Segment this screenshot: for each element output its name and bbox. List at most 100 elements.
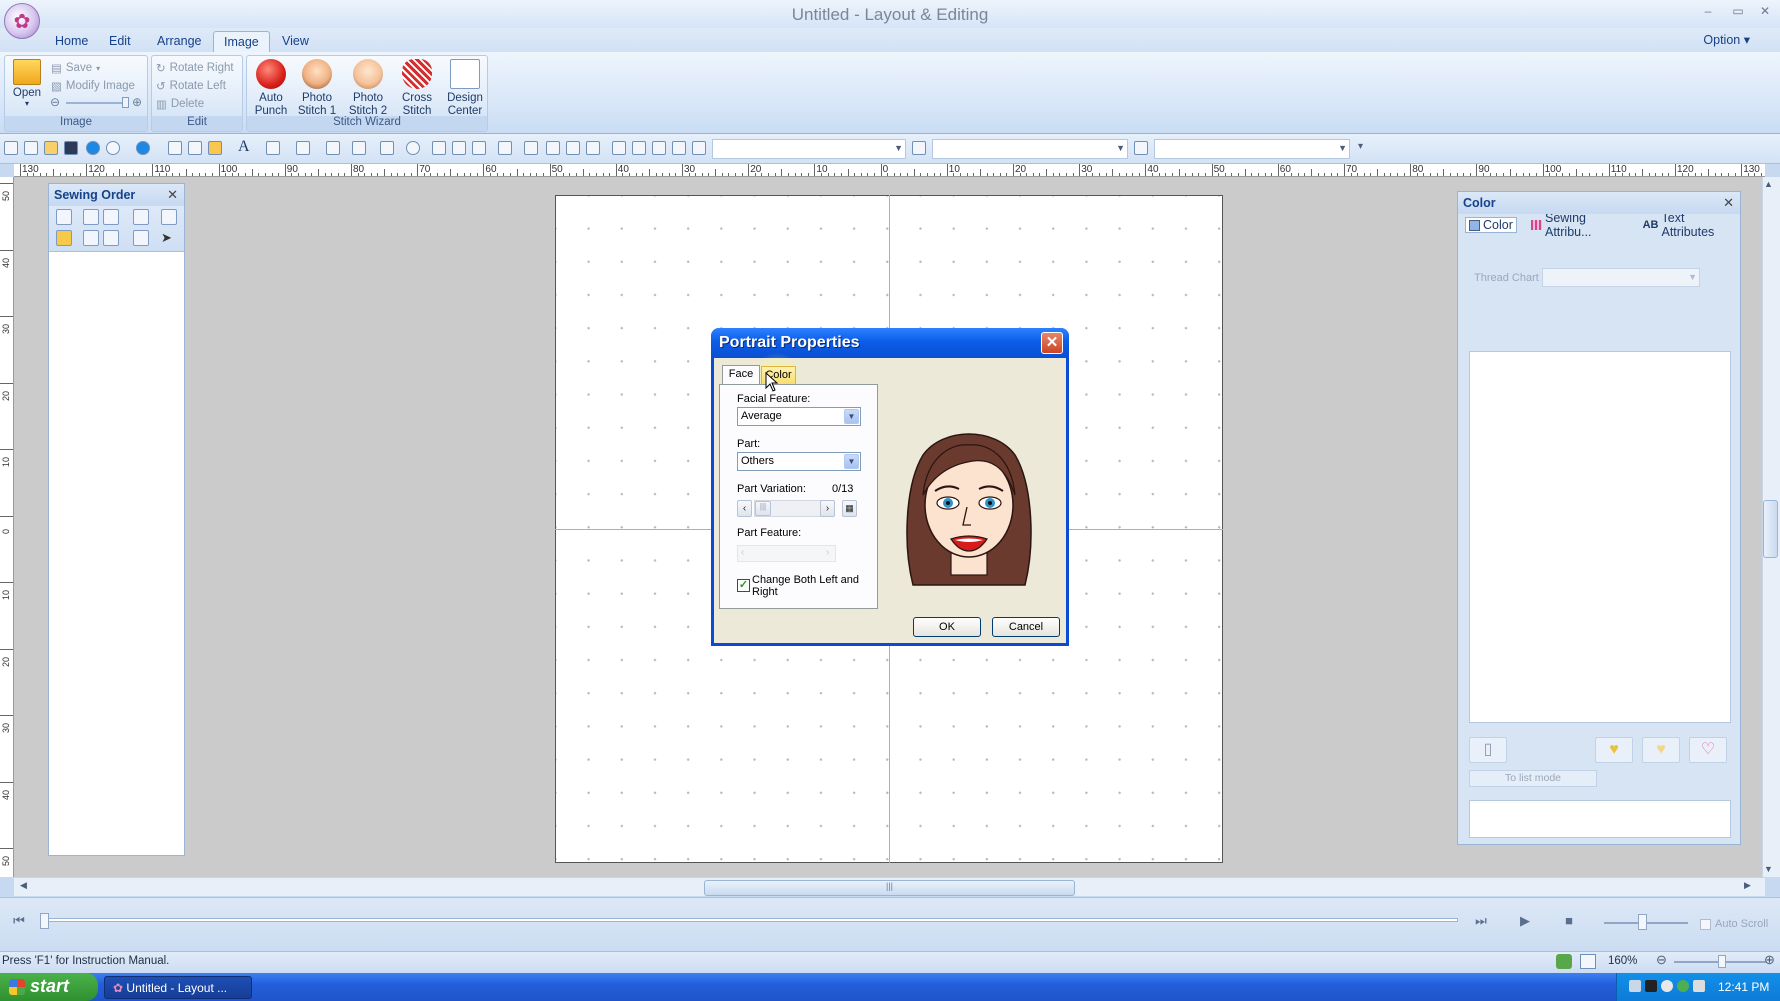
zoom-slider-thumb[interactable] [1718, 955, 1726, 968]
measure-tool-icon[interactable] [432, 141, 446, 155]
zoom-in-icon[interactable]: ⊕ [1764, 952, 1775, 968]
pattern-combo[interactable]: ▼ [932, 139, 1128, 159]
tab-face[interactable]: Face [722, 365, 760, 384]
tab-arrange[interactable]: Arrange [147, 31, 211, 52]
split-icon[interactable] [103, 230, 119, 246]
region-tool-icon[interactable] [326, 141, 340, 155]
move-up-icon[interactable] [103, 209, 119, 225]
move-first-icon[interactable] [83, 209, 99, 225]
grid-view-icon[interactable]: ▦ [842, 500, 857, 517]
rotate-tool-icon[interactable] [566, 141, 580, 155]
fill-pattern-icon[interactable] [1134, 141, 1148, 155]
page-view-icon[interactable] [1580, 954, 1596, 969]
restore-button[interactable]: ▭ [1727, 4, 1749, 22]
tab-color[interactable]: Color [1465, 217, 1517, 233]
curve-tool-icon[interactable] [632, 141, 646, 155]
skip-end-icon[interactable]: ⏭ [1468, 913, 1494, 933]
tab-home[interactable]: Home [45, 31, 98, 52]
select-arrow-icon[interactable] [208, 141, 222, 155]
scroll-right-icon[interactable]: ▶ [1744, 880, 1751, 891]
thread-chart-select[interactable]: ▼ [1542, 268, 1700, 287]
vertical-scroll-thumb[interactable] [1763, 500, 1778, 558]
mirror-tool-icon[interactable] [586, 141, 600, 155]
zoom-out-icon[interactable]: ⊖ [1656, 952, 1667, 968]
image-transparency-slider[interactable]: ⊖ ⊕ [50, 95, 145, 111]
tab-edit[interactable]: Edit [99, 31, 141, 52]
part-variation-thumb[interactable]: ||| [755, 501, 771, 516]
design-center-button[interactable]: Design Center [443, 59, 487, 118]
delete-button[interactable]: ▥ Delete [156, 95, 204, 113]
shape-tool-icon[interactable] [296, 141, 310, 155]
page-icon[interactable] [161, 209, 177, 225]
tray-app-icon[interactable] [1645, 980, 1657, 992]
open-button[interactable]: Open ▾ [9, 59, 45, 108]
app-logo-icon[interactable]: ✿ [4, 3, 40, 39]
stamp-tool-icon[interactable] [352, 141, 366, 155]
tray-volume-icon[interactable] [1661, 980, 1673, 992]
grid-tool-icon[interactable] [472, 141, 486, 155]
layout-icon[interactable] [4, 141, 18, 155]
color-sort-icon[interactable] [56, 230, 72, 246]
facial-feature-select[interactable]: Average ▼ [737, 407, 861, 426]
thread-list-button[interactable]: ▯ [1469, 737, 1507, 763]
align-tool-icon[interactable] [498, 141, 512, 155]
taskbar-item[interactable]: ✿ Untitled - Layout ... [104, 976, 252, 999]
shape-circle-icon[interactable] [136, 141, 150, 155]
apply-color-button[interactable]: ♥ [1595, 737, 1633, 763]
fill-tool-icon[interactable] [266, 141, 280, 155]
font-combo[interactable]: ▼ [712, 139, 906, 159]
sync-icon[interactable] [1556, 954, 1572, 969]
auto-scroll-checkbox[interactable]: Auto Scroll [1700, 918, 1768, 930]
circle-icon[interactable] [86, 141, 100, 155]
cancel-button[interactable]: Cancel [992, 617, 1060, 637]
tab-image[interactable]: Image [213, 31, 270, 52]
gear-icon[interactable] [106, 141, 120, 155]
arc-tool-icon[interactable] [652, 141, 666, 155]
play-icon[interactable]: ▶ [1512, 913, 1538, 933]
undo-icon[interactable] [168, 141, 182, 155]
stitch-progress-thumb[interactable] [40, 913, 49, 929]
part-select[interactable]: Others ▼ [737, 452, 861, 471]
merge-icon[interactable] [83, 230, 99, 246]
applique-tool-icon[interactable] [380, 141, 394, 155]
fill-combo[interactable]: ▼ [1154, 139, 1350, 159]
stop-icon[interactable]: ■ [1556, 913, 1582, 933]
skip-start-icon[interactable]: ⏮ [6, 913, 32, 933]
slider-thumb[interactable] [122, 97, 129, 108]
line-color-button[interactable]: ♡ [1689, 737, 1727, 763]
size-tool-icon[interactable] [546, 141, 560, 155]
change-both-checkbox[interactable]: ✓ [737, 579, 750, 592]
color-list[interactable] [1469, 351, 1731, 723]
close-icon[interactable]: ✕ [1723, 195, 1734, 211]
redo-icon[interactable] [188, 141, 202, 155]
chevron-right-icon[interactable]: › [820, 500, 835, 517]
frame-tool-icon[interactable] [452, 141, 466, 155]
pointer-icon[interactable]: ➤ [161, 230, 177, 246]
stitch-progress-track[interactable] [40, 918, 1458, 922]
distribute-tool-icon[interactable] [524, 141, 538, 155]
photo-stitch-1-button[interactable]: Photo Stitch 1 [295, 59, 339, 118]
scroll-up-icon[interactable]: ▲ [1764, 179, 1773, 189]
scissors-icon[interactable] [133, 230, 149, 246]
tray-network-icon[interactable] [1629, 980, 1641, 992]
to-list-mode-button[interactable]: To list mode [1469, 770, 1597, 787]
toolbar-options-icon[interactable]: ▾ [1358, 141, 1363, 152]
minimize-button[interactable]: – [1697, 4, 1719, 22]
tray-display-icon[interactable] [1693, 980, 1705, 992]
tab-sewing-attributes[interactable]: Sewing Attribu... [1530, 211, 1629, 239]
lock-icon[interactable] [133, 209, 149, 225]
rotate-right-button[interactable]: ↻ Rotate Right [156, 59, 234, 77]
option-menu[interactable]: Option ▾ [1703, 32, 1750, 47]
text-tool-icon[interactable]: A [238, 138, 250, 156]
dialog-close-button[interactable]: ✕ [1041, 332, 1063, 354]
photo-stitch-2-button[interactable]: Photo Stitch 2 [346, 59, 390, 118]
chevron-left-icon[interactable]: ‹ [737, 500, 752, 517]
modify-image-button[interactable]: ▧ Modify Image [51, 77, 135, 95]
close-window-button[interactable]: ✕ [1754, 4, 1776, 22]
save-file-icon[interactable] [64, 141, 78, 155]
ok-button[interactable]: OK [913, 617, 981, 637]
new-file-icon[interactable] [24, 141, 38, 155]
group-tool-icon[interactable] [612, 141, 626, 155]
rotate-left-button[interactable]: ↺ Rotate Left [156, 77, 226, 95]
close-icon[interactable]: ✕ [167, 187, 178, 203]
